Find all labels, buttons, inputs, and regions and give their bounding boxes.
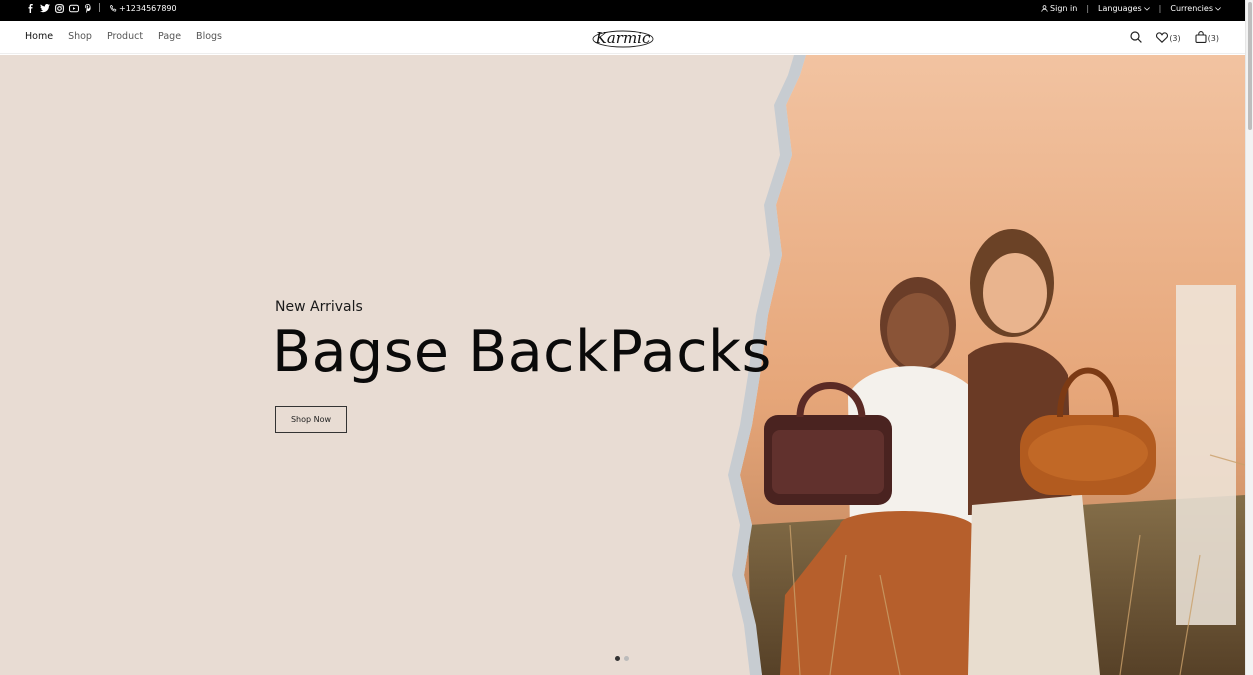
page-scrollbar[interactable] [1245,0,1253,675]
nav-item-home[interactable]: Home [25,31,53,42]
sign-in-label: Sign in [1050,4,1078,13]
chevron-down-icon [1215,6,1221,11]
svg-text:Karmic: Karmic [595,29,651,47]
sign-in-link[interactable]: Sign in [1041,4,1077,13]
search-button[interactable] [1130,31,1143,43]
divider: | [1086,4,1090,13]
currencies-label: Currencies [1170,4,1213,13]
nav-item-shop[interactable]: Shop [68,31,92,42]
nav-actions: (3) (3) [1130,31,1219,43]
bag-icon [1195,31,1207,43]
instagram-icon[interactable] [55,4,64,13]
phone-contact[interactable]: +1234567890 [110,4,177,13]
cart-button[interactable]: (3) [1195,31,1219,43]
phone-number: +1234567890 [119,4,177,13]
cart-count: (3) [1207,34,1219,43]
topbar-right: Sign in | Languages | Currencies [1041,4,1221,13]
twitter-icon[interactable] [40,4,50,13]
youtube-icon[interactable] [69,4,79,13]
hero-slider: New Arrivals Bagse BackPacks Shop Now [0,55,1245,675]
nav-item-product[interactable]: Product [107,31,143,42]
currencies-dropdown[interactable]: Currencies [1170,4,1221,13]
top-bar: | +1234567890 Sign in | Languages | Curr… [0,0,1245,21]
divider: | [1158,4,1162,13]
nav-item-page[interactable]: Page [158,31,181,42]
site-logo[interactable]: Karmic [591,26,655,54]
languages-label: Languages [1098,4,1142,13]
scrollbar-thumb[interactable] [1248,2,1252,130]
social-links [26,4,92,13]
facebook-icon[interactable] [26,4,35,13]
main-menu: Home Shop Product Page Blogs [25,31,222,42]
chevron-down-icon [1143,6,1150,11]
divider: | [98,3,102,13]
main-navbar: Home Shop Product Page Blogs Karmic (3) … [0,21,1245,54]
hero-subtitle: New Arrivals [275,299,363,315]
user-icon [1041,5,1048,12]
nav-item-blogs[interactable]: Blogs [196,31,222,42]
phone-icon [110,5,117,12]
slider-dot-1[interactable] [615,656,620,661]
shop-now-button[interactable]: Shop Now [275,406,347,433]
hero-title: Bagse BackPacks [272,319,772,385]
languages-dropdown[interactable]: Languages [1098,4,1150,13]
wishlist-count: (3) [1169,33,1181,43]
slider-pagination [615,656,629,661]
wishlist-button[interactable]: (3) [1156,31,1181,43]
search-icon [1130,31,1143,43]
slider-dot-2[interactable] [624,656,629,661]
heart-icon [1156,31,1169,43]
pinterest-icon[interactable] [84,4,92,13]
